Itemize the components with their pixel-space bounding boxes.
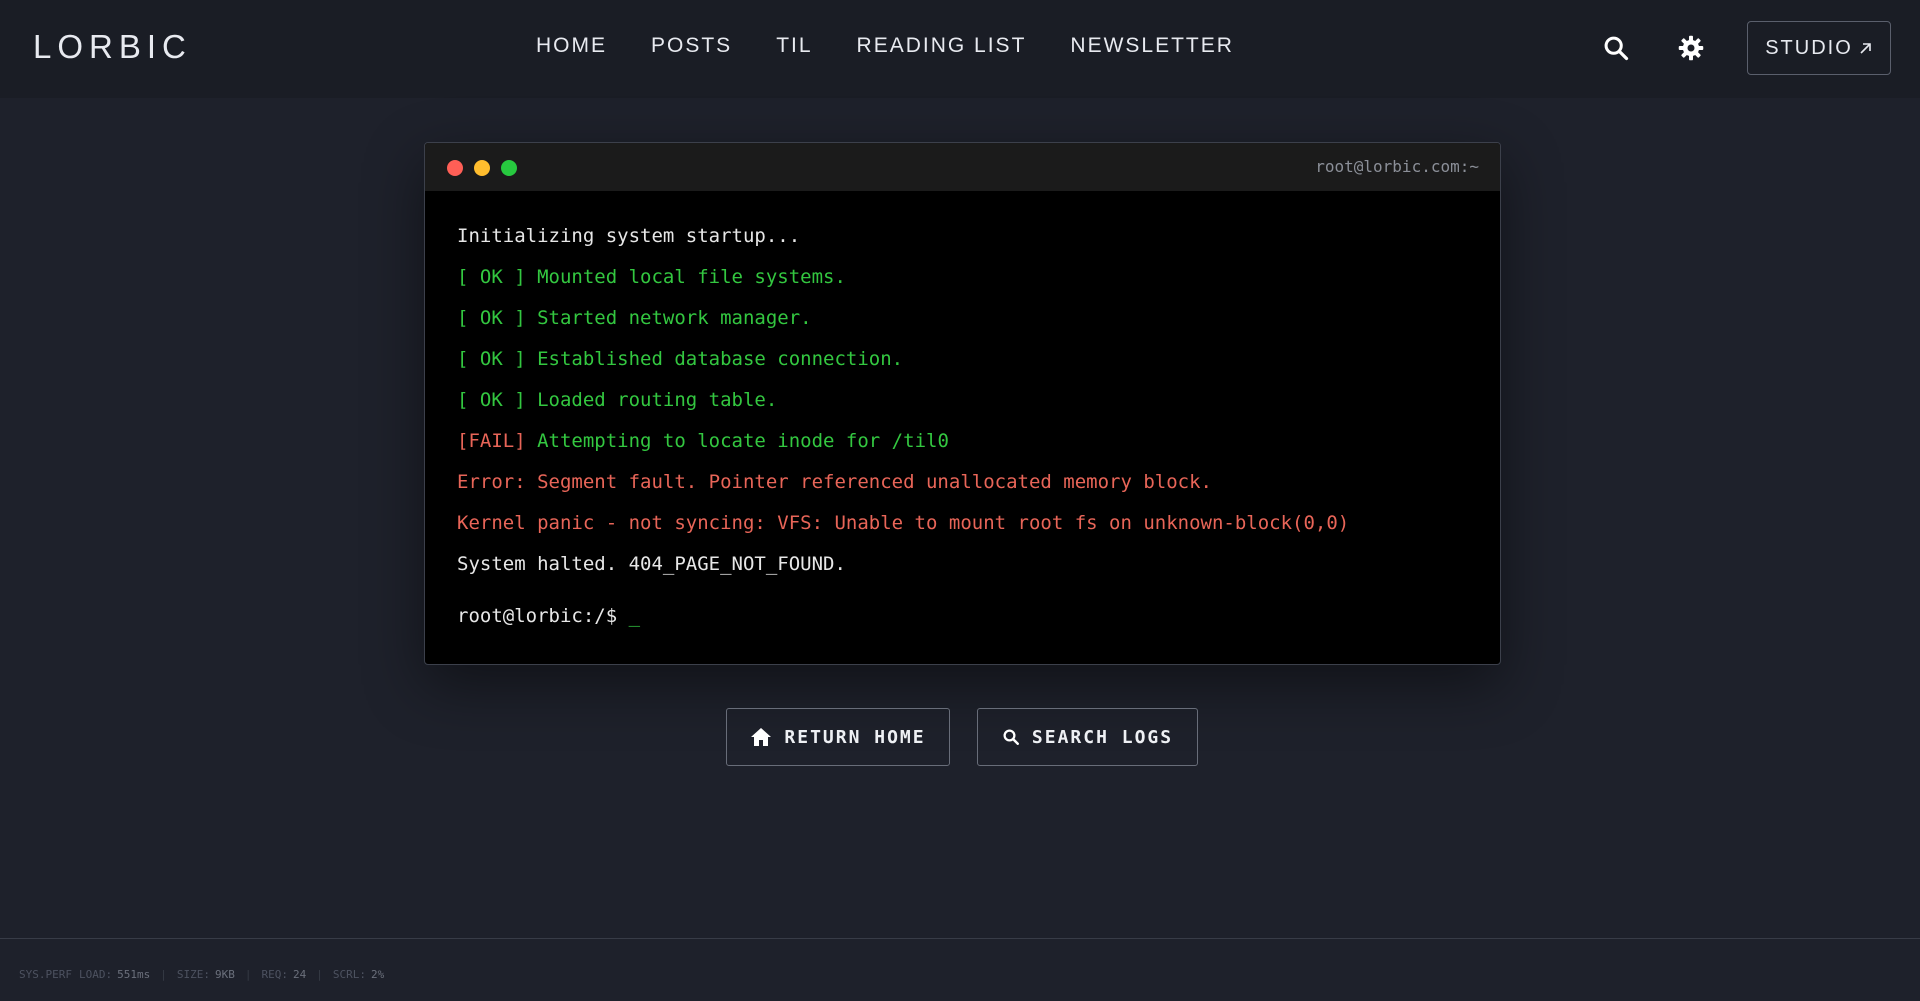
separator: |: [244, 968, 252, 981]
gear-icon: [1678, 35, 1704, 61]
maximize-dot: [501, 160, 517, 176]
search-icon: [1003, 729, 1019, 745]
scrl-label: SCRL:: [332, 968, 366, 981]
perf-stats: SYS.PERF LOAD: 551ms | SIZE: 9KB | REQ: …: [19, 968, 384, 981]
separator: |: [160, 968, 167, 981]
nav-item-til[interactable]: TIL: [776, 34, 812, 58]
terminal-output: Initializing system startup... [ OK ] Mo…: [425, 191, 1500, 637]
scrl-value: 2%: [370, 968, 385, 981]
separator: |: [316, 968, 323, 981]
return-home-button[interactable]: RETURN HOME: [726, 708, 950, 766]
terminal-line: [ OK ] Mounted local file systems.: [457, 266, 846, 288]
terminal-line: Error: Segment fault. Pointer referenced…: [457, 471, 1212, 493]
nav-item-posts[interactable]: POSTS: [651, 34, 732, 58]
return-home-label: RETURN HOME: [784, 726, 926, 748]
terminal-cursor: _: [628, 605, 641, 627]
site-footer: SYS.PERF LOAD: 551ms | SIZE: 9KB | REQ: …: [0, 938, 1920, 1001]
size-label: SIZE:: [176, 968, 210, 981]
sys-perf-label: SYS.PERF: [19, 968, 72, 981]
studio-button[interactable]: STUDIO: [1747, 21, 1891, 75]
terminal-window: root@lorbic.com:~ Initializing system st…: [424, 142, 1501, 665]
terminal-line: Initializing system startup...: [457, 225, 801, 247]
size-value: 9KB: [214, 968, 235, 981]
terminal-titlebar: root@lorbic.com:~: [425, 143, 1500, 191]
terminal-line: [FAIL] Attempting to locate inode for /t…: [457, 430, 949, 452]
terminal-line: [ OK ] Established database connection.: [457, 348, 904, 370]
search-button[interactable]: [1598, 30, 1634, 66]
home-icon: [751, 728, 772, 746]
search-icon: [1604, 36, 1629, 61]
req-label: REQ:: [261, 968, 288, 981]
site-logo[interactable]: LORBIC: [33, 28, 192, 66]
req-value: 24: [292, 968, 307, 981]
load-value: 551ms: [117, 968, 151, 981]
close-dot: [447, 160, 463, 176]
main-nav: HOME POSTS TIL READING LIST NEWSLETTER: [536, 34, 1278, 58]
terminal-line: [ OK ] Started network manager.: [457, 307, 812, 329]
search-logs-button[interactable]: SEARCH LOGS: [977, 708, 1198, 766]
terminal-line: Kernel panic - not syncing: VFS: Unable …: [457, 512, 1350, 534]
search-logs-label: SEARCH LOGS: [1031, 726, 1174, 748]
nav-item-reading-list[interactable]: READING LIST: [857, 34, 1027, 58]
terminal-line: [ OK ] Loaded routing table.: [457, 389, 778, 411]
theme-toggle-button[interactable]: [1673, 30, 1709, 66]
nav-item-home[interactable]: HOME: [536, 34, 607, 58]
minimize-dot: [474, 160, 490, 176]
load-label: LOAD:: [78, 968, 113, 981]
arrow-up-right-icon: [1860, 43, 1871, 54]
nav-item-newsletter[interactable]: NEWSLETTER: [1070, 34, 1234, 58]
site-header: LORBIC HOME POSTS TIL READING LIST NEWSL…: [0, 0, 1920, 98]
terminal-prompt[interactable]: root@lorbic:/$ _: [457, 596, 1468, 637]
terminal-line: System halted. 404_PAGE_NOT_FOUND.: [457, 553, 846, 575]
terminal-title: root@lorbic.com:~: [1315, 157, 1479, 176]
studio-label: STUDIO: [1765, 36, 1853, 59]
